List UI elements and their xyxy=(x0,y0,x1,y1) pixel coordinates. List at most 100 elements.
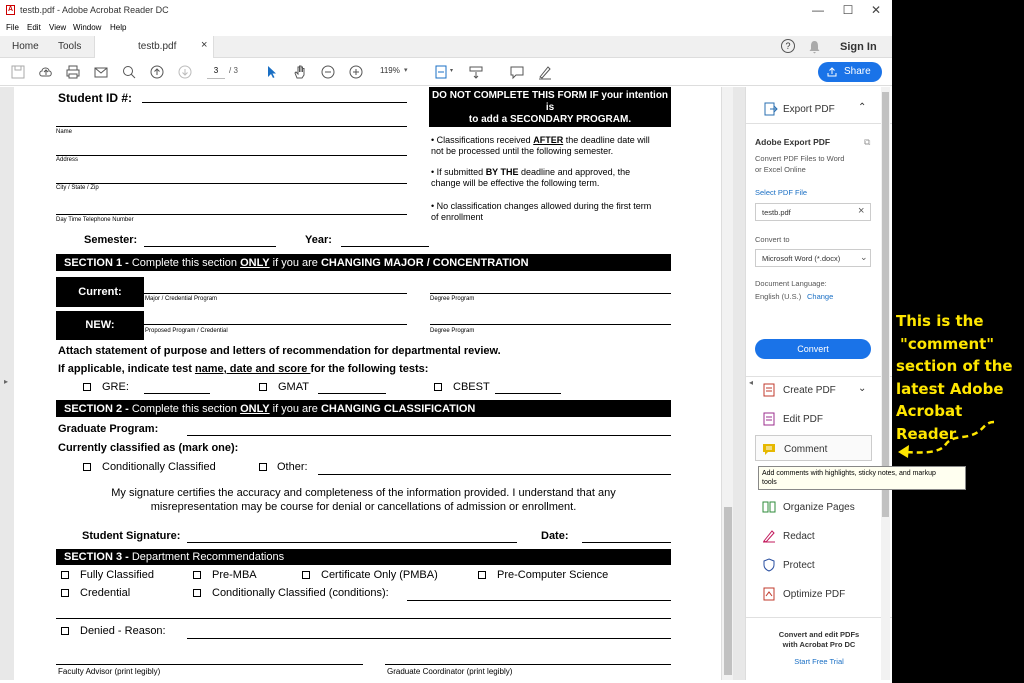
upload-icon[interactable] xyxy=(38,64,54,80)
tab-tools[interactable]: Tools xyxy=(58,41,81,52)
other-label: Other: xyxy=(277,461,308,473)
graduate-program-line[interactable] xyxy=(187,422,671,436)
minimize-icon[interactable]: — xyxy=(804,3,832,17)
note-3-line-1: • No classification changes allowed duri… xyxy=(431,201,652,211)
tab-home[interactable]: Home xyxy=(12,41,39,52)
share-button[interactable]: Share xyxy=(818,62,882,82)
bell-icon[interactable] xyxy=(808,40,821,54)
protect-label[interactable]: Protect xyxy=(783,560,815,571)
collapse-icon[interactable]: ⌃ xyxy=(858,102,866,113)
language-value: English (U.S.) xyxy=(755,292,802,301)
menu-view[interactable]: View xyxy=(49,23,66,32)
zoom-in-icon[interactable] xyxy=(348,64,364,80)
redact-label[interactable]: Redact xyxy=(783,531,815,542)
pre-cs-checkbox[interactable] xyxy=(478,571,486,579)
email-icon[interactable] xyxy=(93,64,109,80)
optimize-pdf-label[interactable]: Optimize PDF xyxy=(783,589,845,600)
zoom-out-icon[interactable] xyxy=(320,64,336,80)
gre-checkbox[interactable] xyxy=(83,383,91,391)
help-icon[interactable]: ? xyxy=(781,39,795,53)
page-up-icon[interactable] xyxy=(149,64,165,80)
conditions-line[interactable] xyxy=(407,587,671,601)
grad-coordinator-line[interactable] xyxy=(385,651,671,665)
left-panel-toggle-icon[interactable]: ▸ xyxy=(4,377,8,386)
print-icon[interactable] xyxy=(65,64,81,80)
sign-icon[interactable] xyxy=(537,64,553,80)
gre-line[interactable] xyxy=(144,383,210,394)
scrollbar-thumb[interactable] xyxy=(724,507,732,675)
info-icon[interactable]: ⧉ xyxy=(864,137,870,148)
edit-pdf-label[interactable]: Edit PDF xyxy=(783,414,823,425)
close-tab-icon[interactable]: × xyxy=(201,39,207,51)
tools-pane-scrollbar-thumb[interactable] xyxy=(882,92,889,517)
denied-checkbox[interactable] xyxy=(61,627,69,635)
pre-mba-checkbox[interactable] xyxy=(193,571,201,579)
maximize-icon[interactable]: ☐ xyxy=(834,3,862,17)
save-icon[interactable] xyxy=(10,64,26,80)
create-pdf-label[interactable]: Create PDF xyxy=(783,385,836,396)
collapse-tools-pane-icon[interactable]: ◂ xyxy=(749,378,753,387)
document-area[interactable]: ▸ Student ID #: DO NOT COMPLETE THIS FOR… xyxy=(0,87,745,680)
close-icon[interactable]: ✕ xyxy=(862,3,890,17)
clear-file-icon[interactable]: × xyxy=(858,205,864,217)
fit-page-dropdown-icon[interactable]: ▾ xyxy=(450,67,453,74)
gmat-line[interactable] xyxy=(318,383,386,394)
other-line[interactable] xyxy=(318,461,671,475)
student-signature-line[interactable] xyxy=(187,529,517,543)
tab-document[interactable]: testb.pdf × xyxy=(94,36,214,58)
new-degree-line[interactable] xyxy=(430,311,671,325)
other-checkbox[interactable] xyxy=(259,463,267,471)
start-free-trial-link[interactable]: Start Free Trial xyxy=(746,657,892,666)
student-id-line[interactable] xyxy=(142,89,407,103)
credential-checkbox[interactable] xyxy=(61,589,69,597)
cond-classified-conditions-checkbox[interactable] xyxy=(193,589,201,597)
selected-file-field[interactable]: testb.pdf × xyxy=(755,203,871,221)
cbest-checkbox[interactable] xyxy=(434,383,442,391)
current-degree-line[interactable] xyxy=(430,280,671,294)
convert-to-label: Convert to xyxy=(755,235,790,244)
current-major-line[interactable] xyxy=(144,280,407,294)
tools-pane-scrollbar[interactable] xyxy=(881,87,890,680)
fit-page-icon[interactable] xyxy=(433,64,449,80)
document-scrollbar[interactable] xyxy=(721,87,733,680)
new-program-line[interactable] xyxy=(144,311,407,325)
comment-label: Comment xyxy=(784,444,828,455)
faculty-advisor-line[interactable] xyxy=(56,651,363,665)
hand-icon[interactable] xyxy=(292,64,308,80)
year-line[interactable] xyxy=(341,233,429,247)
scroll-mode-icon[interactable] xyxy=(468,64,484,80)
semester-line[interactable] xyxy=(144,233,276,247)
gmat-checkbox[interactable] xyxy=(259,383,267,391)
name-line[interactable] xyxy=(56,113,407,127)
convert-format-select[interactable]: Microsoft Word (*.docx) ⌄ xyxy=(755,249,871,267)
select-cursor-icon[interactable] xyxy=(264,64,280,80)
page-down-icon[interactable] xyxy=(177,64,193,80)
export-pdf-label[interactable]: Export PDF xyxy=(783,104,835,115)
menu-help[interactable]: Help xyxy=(110,23,126,32)
sign-in-link[interactable]: Sign In xyxy=(840,41,877,53)
zoom-level[interactable]: 119% xyxy=(380,66,400,75)
menu-window[interactable]: Window xyxy=(73,23,101,32)
cbest-line[interactable] xyxy=(495,383,561,394)
certificate-only-checkbox[interactable] xyxy=(302,571,310,579)
zoom-dropdown-icon[interactable]: ▾ xyxy=(404,66,408,74)
comment-icon[interactable] xyxy=(509,64,525,80)
search-icon[interactable] xyxy=(121,64,137,80)
change-language-link[interactable]: Change xyxy=(807,292,833,301)
address-line[interactable] xyxy=(56,142,407,156)
city-line[interactable] xyxy=(56,170,407,184)
select-pdf-file-link[interactable]: Select PDF File xyxy=(755,188,807,197)
date-line[interactable] xyxy=(582,529,671,543)
menu-file[interactable]: File xyxy=(6,23,19,32)
page-number-input[interactable]: 3 xyxy=(207,66,225,79)
conditionally-classified-checkbox[interactable] xyxy=(83,463,91,471)
fully-classified-checkbox[interactable] xyxy=(61,571,69,579)
denied-reason-line[interactable] xyxy=(187,625,671,639)
organize-pages-label[interactable]: Organize Pages xyxy=(783,502,855,513)
expand-create-icon[interactable]: ⌄ xyxy=(858,383,866,394)
share-label: Share xyxy=(844,66,871,77)
phone-line[interactable] xyxy=(56,201,407,215)
menu-edit[interactable]: Edit xyxy=(27,23,41,32)
convert-button[interactable]: Convert xyxy=(755,339,871,359)
comment-tool[interactable]: Comment xyxy=(755,435,872,461)
